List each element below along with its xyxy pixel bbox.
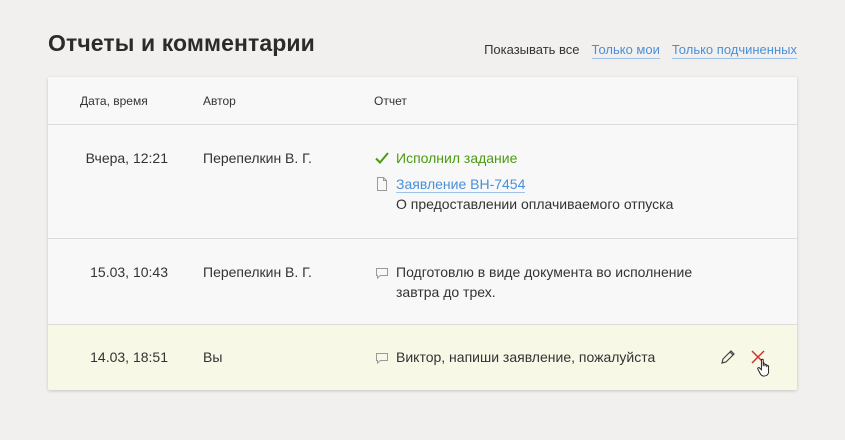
reports-table: Дата, время Автор Отчет Вчера, 12:21 Пер… — [48, 77, 797, 390]
table-header: Дата, время Автор Отчет — [48, 77, 797, 125]
row-author: Перепелкин В. Г. — [203, 264, 312, 280]
column-header-report: Отчет — [374, 94, 407, 108]
comment-icon — [376, 268, 388, 280]
status-line: Исполнил задание — [374, 148, 734, 168]
pencil-icon[interactable] — [718, 347, 738, 367]
document-icon — [377, 177, 387, 191]
comment-line: Виктор, напиши заявление, пожалуйста — [374, 347, 734, 367]
row-date: 15.03, 10:43 — [90, 264, 168, 280]
hand-cursor-icon — [757, 358, 770, 377]
filter-mine-link[interactable]: Только мои — [591, 42, 660, 59]
comment-text-line2: завтра до трех. — [396, 284, 496, 300]
row-report: Виктор, напиши заявление, пожалуйста — [374, 347, 734, 367]
page-title: Отчеты и комментарии — [48, 30, 315, 56]
row-report: Подготовлю в виде документа во исполнени… — [374, 262, 734, 302]
row-author: Перепелкин В. Г. — [203, 150, 312, 166]
row-report: Исполнил задание Заявление ВН-7454 О пре… — [374, 148, 734, 214]
comment-text-line1: Подготовлю в виде документа во исполнени… — [396, 264, 693, 280]
comment-icon — [376, 353, 388, 365]
comment-text: Виктор, напиши заявление, пожалуйста — [396, 349, 656, 365]
row-author: Вы — [203, 349, 223, 365]
column-header-author: Автор — [203, 94, 236, 108]
filter-all[interactable]: Показывать все — [484, 42, 579, 59]
row-date: Вчера, 12:21 — [85, 150, 168, 166]
comment-line: Подготовлю в виде документа во исполнени… — [374, 262, 734, 302]
row-date: 14.03, 18:51 — [90, 349, 168, 365]
table-row-own: 14.03, 18:51 Вы Виктор, напиши заявление… — [48, 325, 797, 390]
page: Отчеты и комментарии Показывать все Толь… — [0, 0, 845, 440]
document-description: О предоставлении оплачиваемого отпуска — [396, 196, 674, 212]
table-row: 15.03, 10:43 Перепелкин В. Г. Подготовлю… — [48, 239, 797, 325]
column-header-date: Дата, время — [80, 94, 148, 108]
table-row: Вчера, 12:21 Перепелкин В. Г. Исполнил з… — [48, 125, 797, 239]
checkmark-icon — [375, 152, 389, 164]
filter-subordinates-link[interactable]: Только подчиненных — [671, 42, 797, 59]
filter-bar: Показывать все Только мои Только подчине… — [484, 42, 797, 59]
status-text: Исполнил задание — [396, 150, 518, 166]
document-link[interactable]: Заявление ВН-7454 — [396, 176, 526, 193]
document-line: Заявление ВН-7454 — [374, 174, 734, 194]
